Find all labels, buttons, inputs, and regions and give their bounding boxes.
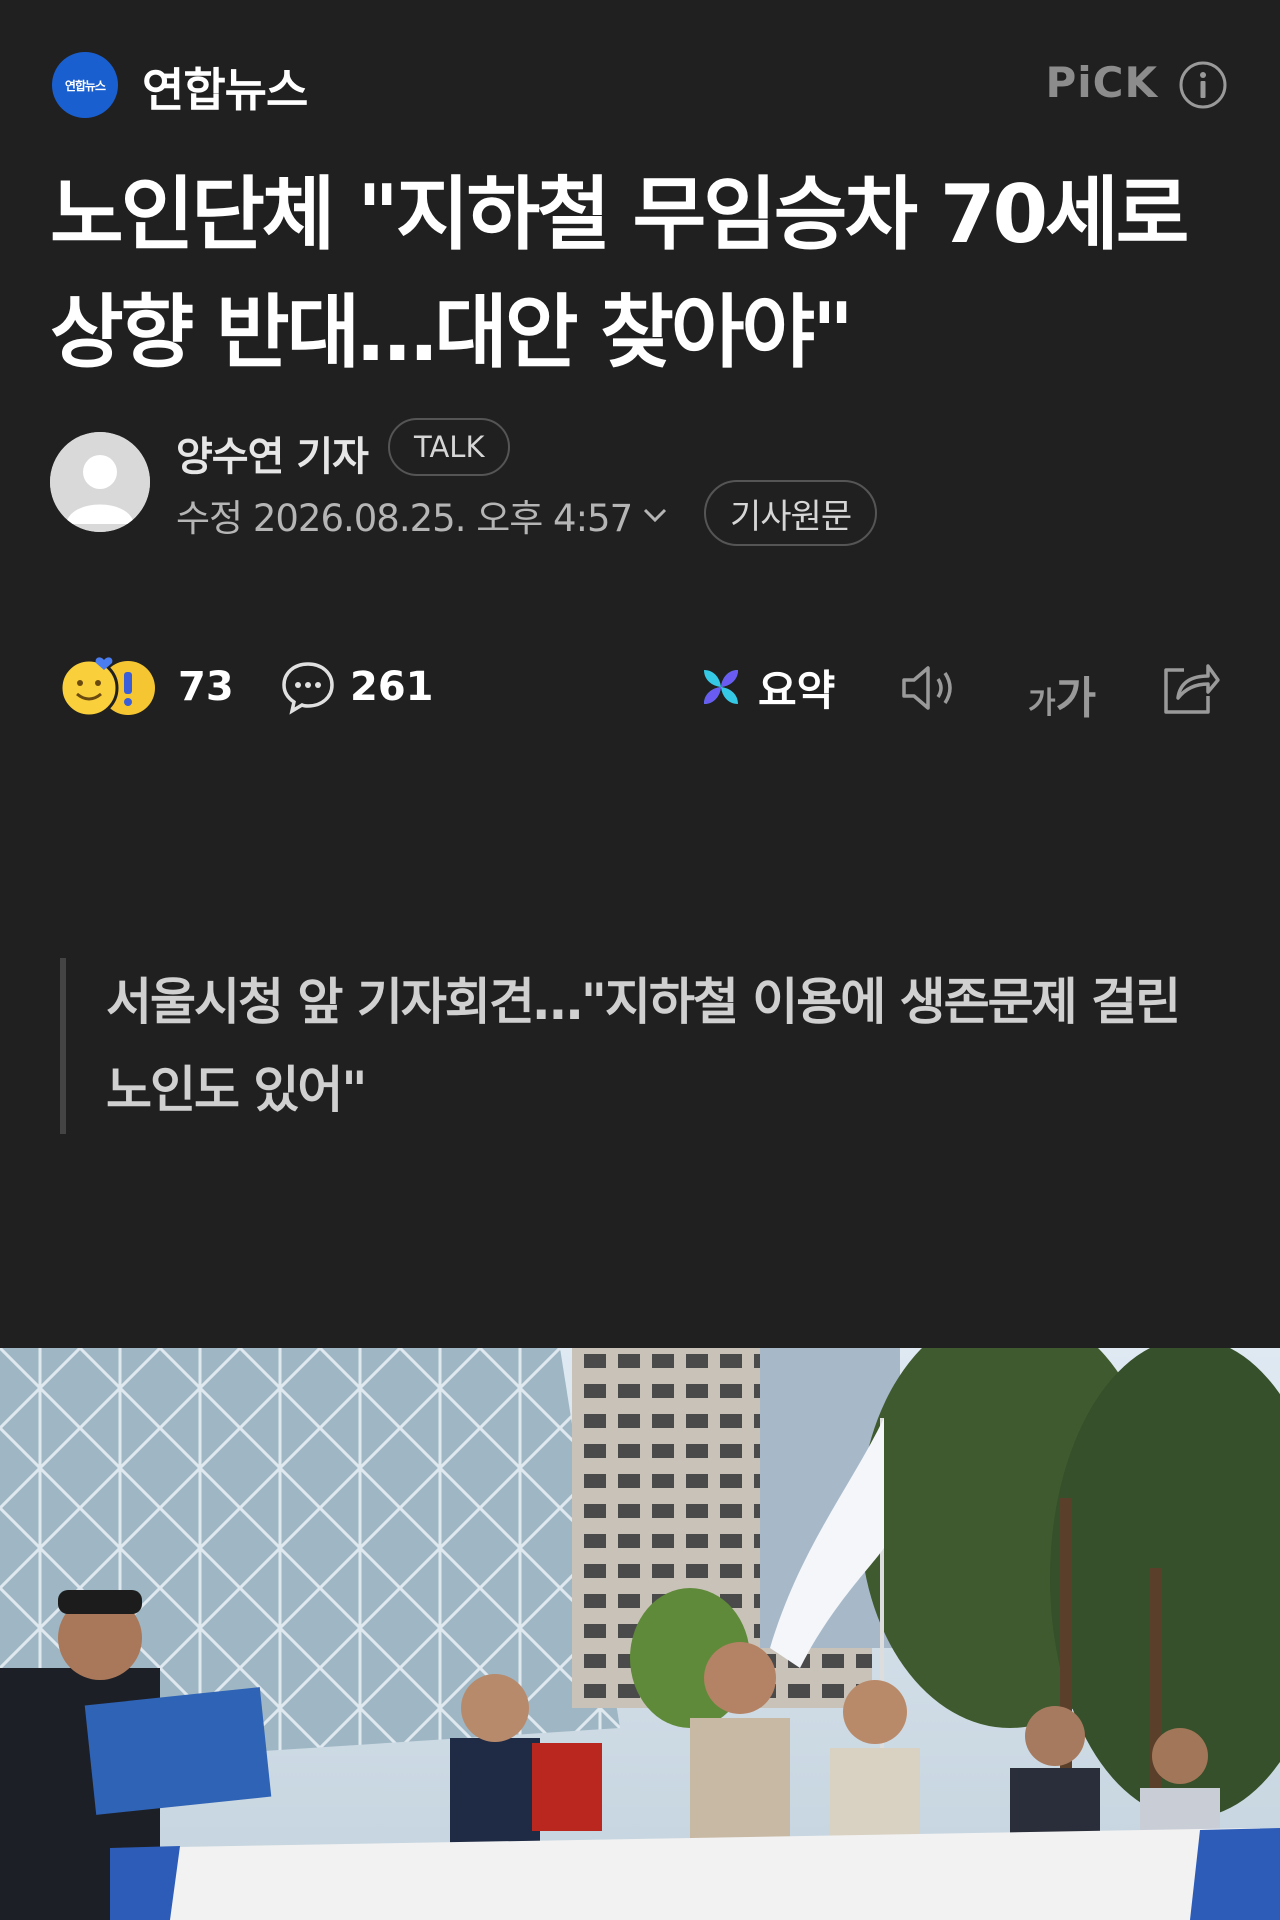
article-photo[interactable] (0, 1348, 1280, 1920)
article-date[interactable]: 수정 2026.08.25. 오후 4:57 (176, 488, 670, 542)
share-button[interactable] (1158, 658, 1222, 722)
info-icon[interactable] (1178, 60, 1228, 110)
publisher-name[interactable]: 연합뉴스 (142, 54, 308, 120)
reaction-button[interactable]: 73 (58, 654, 234, 720)
comment-button[interactable]: 261 (280, 654, 434, 720)
date-text: 수정 2026.08.25. 오후 4:57 (176, 497, 633, 540)
chevron-down-icon (644, 508, 667, 523)
publisher-logo[interactable]: 연합뉴스 (52, 52, 118, 118)
reaction-emoji-icon (59, 657, 155, 718)
comment-icon (282, 662, 334, 715)
reporter-avatar[interactable] (50, 432, 150, 532)
article-title: 노인단체 "지하철 무임승차 70세로 상향 반대…대안 찾아야" (50, 168, 1189, 379)
original-article-button[interactable]: 기사원문 (704, 480, 878, 546)
speaker-button[interactable] (898, 660, 962, 720)
article-toolbar: 73 261 요약 가가 (58, 654, 1228, 734)
summary-label: 요약 (758, 665, 836, 715)
pick-label: PiCK (1045, 58, 1158, 107)
font-size-small-label: 가 (1028, 686, 1056, 721)
publisher-header: 연합뉴스 연합뉴스 PiCK (52, 50, 1228, 120)
summary-button[interactable]: 요약 (698, 654, 835, 720)
speaker-icon (902, 666, 952, 710)
reporter-name[interactable]: 양수연 기자 (176, 424, 369, 482)
talk-button[interactable]: TALK (388, 418, 511, 476)
share-icon (1164, 664, 1220, 714)
article-subtitle-block: 서울시청 앞 기자회견…"지하철 이용에 생존문제 걸린 노인도 있어" (60, 958, 1181, 1134)
reaction-count: 73 (178, 664, 234, 710)
ai-summary-icon (704, 670, 738, 704)
font-size-big-label: 가 (1055, 673, 1097, 724)
comment-count: 261 (350, 664, 434, 710)
font-size-button[interactable]: 가가 (1028, 662, 1096, 726)
article-subtitle: 서울시청 앞 기자회견…"지하철 이용에 생존문제 걸린 노인도 있어" (106, 973, 1181, 1119)
